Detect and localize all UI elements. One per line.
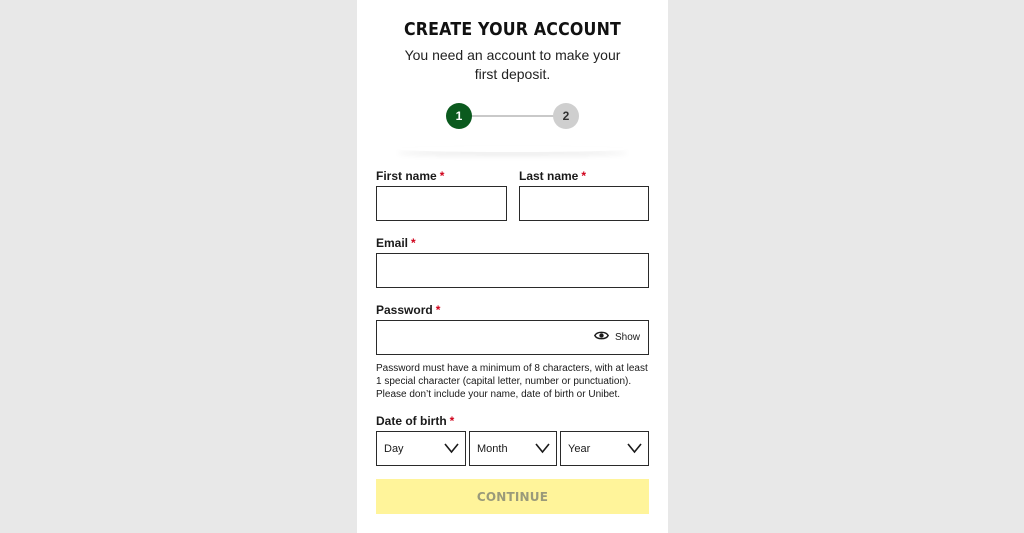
- required-mark: *: [439, 169, 445, 183]
- required-mark: *: [435, 303, 441, 317]
- header-divider: [397, 146, 628, 152]
- password-hint: Password must have a minimum of 8 charac…: [376, 363, 648, 400]
- dob-label: Date of birth *: [376, 414, 455, 428]
- first-name-label: First name *: [376, 169, 445, 183]
- required-mark: *: [581, 169, 587, 183]
- last-name-input[interactable]: [519, 186, 649, 221]
- step-1-indicator: 1: [446, 103, 472, 129]
- dob-month-value: Month: [477, 442, 508, 455]
- dob-day-value: Day: [384, 442, 404, 455]
- stepper-connector: [470, 115, 556, 117]
- password-label: Password *: [376, 303, 441, 317]
- required-mark: *: [449, 414, 455, 428]
- progress-stepper: 1 2: [446, 103, 579, 129]
- password-show-toggle[interactable]: Show: [594, 329, 640, 345]
- required-mark: *: [411, 236, 416, 250]
- dob-day-select[interactable]: Day: [376, 431, 466, 466]
- email-label: Email *: [376, 236, 416, 250]
- chevron-down-icon: [444, 442, 459, 457]
- dob-year-value: Year: [568, 442, 591, 455]
- email-input[interactable]: [376, 253, 649, 288]
- dob-year-select[interactable]: Year: [560, 431, 649, 466]
- page-title: CREATE YOUR ACCOUNT: [403, 19, 622, 40]
- dob-month-select[interactable]: Month: [469, 431, 557, 466]
- page-subtitle: You need an account to make your first d…: [404, 47, 621, 82]
- show-label: Show: [615, 331, 641, 343]
- first-name-input[interactable]: [376, 186, 507, 221]
- continue-button[interactable]: CONTINUE: [376, 479, 649, 514]
- chevron-down-icon: [535, 442, 550, 457]
- chevron-down-icon: [627, 442, 642, 457]
- last-name-label: Last name *: [519, 169, 587, 183]
- eye-icon: [594, 330, 609, 344]
- step-2-indicator: 2: [553, 103, 579, 129]
